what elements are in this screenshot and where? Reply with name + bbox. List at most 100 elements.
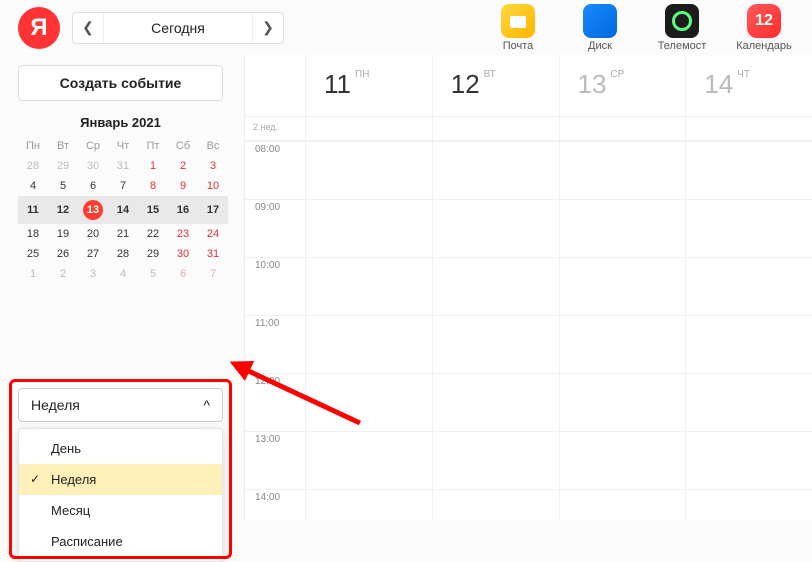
mini-day[interactable]: 24 [198, 224, 228, 244]
time-slot[interactable] [432, 199, 559, 257]
week-grid[interactable]: 11ПН 12ВТ 13СР 14ЧТ 2 нед. 08:0009:0010:… [245, 55, 812, 520]
mini-day[interactable]: 10 [198, 176, 228, 196]
view-mode-toggle[interactable]: Неделя ^ [18, 388, 223, 422]
app-telemost[interactable]: Телемост [652, 4, 712, 52]
mini-day[interactable]: 25 [18, 244, 48, 264]
mini-day[interactable]: 2 [48, 264, 78, 284]
dow-label: Пт [138, 136, 168, 156]
mini-day[interactable]: 4 [108, 264, 138, 284]
dow-label: Пн [18, 136, 48, 156]
time-slot[interactable] [685, 431, 812, 489]
mini-day[interactable]: 15 [138, 196, 168, 224]
time-slot[interactable] [559, 315, 686, 373]
mini-day[interactable]: 1 [18, 264, 48, 284]
time-slot[interactable] [305, 199, 432, 257]
time-slot[interactable] [559, 199, 686, 257]
app-calendar[interactable]: 12Календарь [734, 4, 794, 52]
view-mode-dropdown[interactable]: Неделя ^ ДеньНеделяМесяцРасписание [18, 388, 223, 562]
mini-day[interactable]: 20 [78, 224, 108, 244]
mini-day[interactable]: 5 [138, 264, 168, 284]
mini-day[interactable]: 30 [168, 244, 198, 264]
mini-day[interactable]: 6 [78, 176, 108, 196]
mini-day[interactable]: 4 [18, 176, 48, 196]
mini-day[interactable]: 21 [108, 224, 138, 244]
time-slot[interactable] [685, 489, 812, 520]
telemost-icon [665, 4, 699, 38]
mail-icon [501, 4, 535, 38]
time-slot[interactable] [432, 257, 559, 315]
time-slot[interactable] [432, 431, 559, 489]
hour-label: 08:00 [245, 141, 305, 199]
time-slot[interactable] [559, 257, 686, 315]
mini-day[interactable]: 5 [48, 176, 78, 196]
mini-day[interactable]: 23 [168, 224, 198, 244]
time-slot[interactable] [685, 199, 812, 257]
mini-day[interactable]: 26 [48, 244, 78, 264]
view-option-расписание[interactable]: Расписание [19, 526, 222, 557]
mini-day[interactable]: 17 [198, 196, 228, 224]
mini-day[interactable]: 12 [48, 196, 78, 224]
date-nav: ❮ Сегодня ❯ [72, 12, 284, 44]
time-slot[interactable] [432, 315, 559, 373]
create-event-button[interactable]: Создать событие [18, 65, 223, 101]
mini-day[interactable]: 3 [78, 264, 108, 284]
time-slot[interactable] [305, 373, 432, 431]
mini-day[interactable]: 8 [138, 176, 168, 196]
view-option-день[interactable]: День [19, 433, 222, 464]
time-slot[interactable] [432, 141, 559, 199]
mini-day[interactable]: 19 [48, 224, 78, 244]
view-option-месяц[interactable]: Месяц [19, 495, 222, 526]
mini-day[interactable]: 31 [108, 156, 138, 176]
mini-day[interactable]: 30 [78, 156, 108, 176]
dow-label: Ср [78, 136, 108, 156]
mini-day[interactable]: 14 [108, 196, 138, 224]
time-slot[interactable] [685, 315, 812, 373]
app-disk[interactable]: Диск [570, 4, 630, 52]
time-slot[interactable] [559, 489, 686, 520]
dow-label: Вт [48, 136, 78, 156]
time-slot[interactable] [559, 141, 686, 199]
prev-arrow[interactable]: ❮ [73, 13, 103, 43]
time-slot[interactable] [685, 257, 812, 315]
time-slot[interactable] [685, 141, 812, 199]
mini-day[interactable]: 28 [108, 244, 138, 264]
mini-day[interactable]: 3 [198, 156, 228, 176]
app-mail[interactable]: Почта [488, 4, 548, 52]
mini-day[interactable]: 16 [168, 196, 198, 224]
time-slot[interactable] [432, 373, 559, 431]
mini-day[interactable]: 1 [138, 156, 168, 176]
mini-day[interactable]: 28 [18, 156, 48, 176]
mini-day[interactable]: 18 [18, 224, 48, 244]
next-arrow[interactable]: ❯ [253, 13, 283, 43]
time-slot[interactable] [432, 489, 559, 520]
view-mode-current: Неделя [31, 397, 80, 413]
mini-day[interactable]: 2 [168, 156, 198, 176]
mini-day[interactable]: 13 [78, 196, 108, 224]
mini-day[interactable]: 7 [108, 176, 138, 196]
time-slot[interactable] [685, 373, 812, 431]
mini-calendar[interactable]: ПнВтСрЧтПтСбВс 2829303112345678910111213… [18, 136, 228, 284]
hour-label: 09:00 [245, 199, 305, 257]
time-slot[interactable] [305, 141, 432, 199]
time-slot[interactable] [305, 431, 432, 489]
mini-day[interactable]: 29 [138, 244, 168, 264]
yandex-logo[interactable]: Я [18, 7, 60, 49]
time-slot[interactable] [305, 489, 432, 520]
mini-day[interactable]: 9 [168, 176, 198, 196]
mini-day[interactable]: 27 [78, 244, 108, 264]
mini-day[interactable]: 6 [168, 264, 198, 284]
mini-day[interactable]: 29 [48, 156, 78, 176]
day-header: 13СР [559, 55, 686, 116]
chevron-up-icon: ^ [203, 397, 210, 413]
mini-day[interactable]: 11 [18, 196, 48, 224]
mini-day[interactable]: 7 [198, 264, 228, 284]
app-label: Календарь [734, 40, 794, 52]
view-option-неделя[interactable]: Неделя [19, 464, 222, 495]
mini-day[interactable]: 22 [138, 224, 168, 244]
time-slot[interactable] [559, 431, 686, 489]
time-slot[interactable] [305, 315, 432, 373]
time-slot[interactable] [305, 257, 432, 315]
today-button[interactable]: Сегодня [103, 13, 253, 43]
mini-day[interactable]: 31 [198, 244, 228, 264]
time-slot[interactable] [559, 373, 686, 431]
